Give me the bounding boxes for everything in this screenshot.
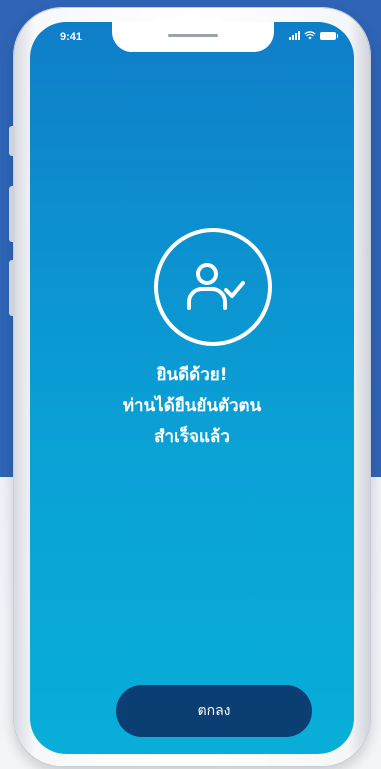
phone-side-button [9,126,15,156]
user-check-icon [187,263,245,310]
message-line: ท่านได้ยืนยันตัวตน [122,396,262,416]
verified-badge [154,228,272,346]
notch [112,22,274,52]
wifi-icon [304,31,316,40]
phone-side-button [9,186,15,242]
phone-screen: 9:41 ยินดีด้วย! ท่านได้ยืนยันตัวตน สำเร็… [30,22,354,754]
success-message: ยินดีด้วย! ท่านได้ยืนยันตัวตน สำเร็จแล้ว [30,360,354,453]
battery-icon [320,31,338,40]
status-icons [289,31,338,40]
signal-icon [289,31,300,40]
status-time: 9:41 [60,31,83,43]
message-line: สำเร็จแล้ว [154,427,230,447]
phone-frame: 9:41 ยินดีด้วย! ท่านได้ยืนยันตัวตน สำเร็… [9,8,370,766]
phone-side-button [9,260,15,316]
message-line: ยินดีด้วย! [156,365,228,385]
speaker-grille [168,34,218,37]
ok-button[interactable]: ตกลง [116,685,312,737]
